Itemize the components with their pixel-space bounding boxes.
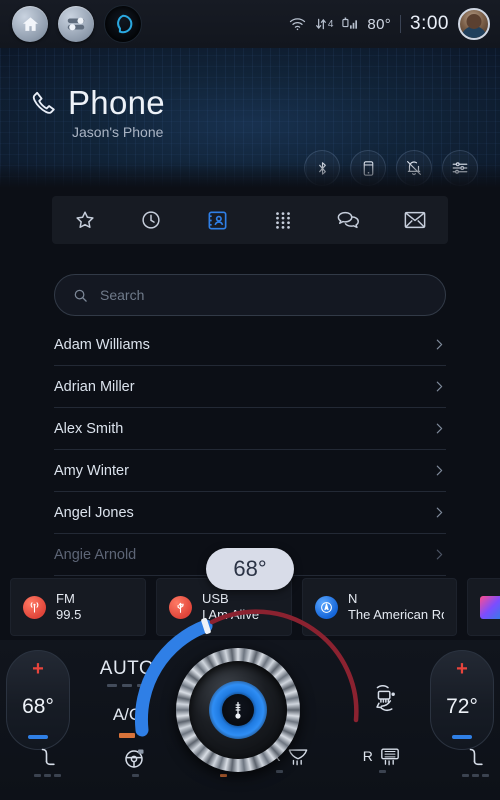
chevron-right-icon: [433, 464, 446, 477]
temperature-knob-icon: [230, 700, 246, 720]
chevron-right-icon: [433, 338, 446, 351]
temperature-pill-value: 68°: [233, 556, 267, 581]
home-icon: [21, 15, 40, 34]
status-divider: [400, 15, 402, 33]
tab-recents[interactable]: [126, 200, 176, 240]
phone-tab-bar: [52, 196, 448, 244]
settings-sliders-icon: [65, 13, 87, 35]
clock-time: 3:00: [410, 13, 449, 34]
status-bar-left: [12, 5, 142, 43]
assistant-button[interactable]: [104, 5, 142, 43]
device-button[interactable]: [350, 150, 386, 186]
contact-name: Amy Winter: [54, 462, 129, 479]
contact-name: Alex Smith: [54, 420, 124, 437]
chevron-right-icon: [433, 548, 446, 561]
status-bar: 4 80° 3:00: [0, 0, 500, 48]
contact-name: Adam Williams: [54, 336, 150, 353]
star-icon: [76, 211, 94, 228]
knob-core: [222, 694, 254, 726]
chat-bubbles-icon: [337, 211, 359, 229]
data-transfer-icon: 4: [315, 17, 334, 31]
phone-settings-button[interactable]: [442, 150, 478, 186]
tab-contacts[interactable]: [192, 200, 242, 240]
chevron-right-icon: [433, 506, 446, 519]
outside-temperature: 80°: [367, 15, 392, 33]
tab-voicemail[interactable]: [390, 200, 440, 240]
keypad-grid-icon: [276, 212, 290, 229]
cellular-signal-icon: [342, 17, 358, 32]
list-item[interactable]: Amy Winter: [54, 450, 446, 492]
tab-favorites[interactable]: [60, 200, 110, 240]
chevron-right-icon: [433, 422, 446, 435]
wifi-icon: [289, 17, 306, 31]
avatar[interactable]: [458, 8, 490, 40]
tab-messages[interactable]: [324, 200, 374, 240]
bell-muted-icon: [405, 159, 423, 177]
phone-app-header: Phone Jason's Phone: [0, 48, 500, 188]
home-button[interactable]: [12, 6, 48, 42]
list-item[interactable]: Adam Williams: [54, 324, 446, 366]
list-item[interactable]: Angel Jones: [54, 492, 446, 534]
contact-name: Angie Arnold: [54, 546, 137, 563]
list-item[interactable]: Adrian Miller: [54, 366, 446, 408]
header-actions: [304, 150, 478, 186]
settings-button[interactable]: [58, 6, 94, 42]
contacts-list: Adam Williams Adrian Miller Alex Smith A…: [0, 324, 500, 576]
list-item[interactable]: Alex Smith: [54, 408, 446, 450]
data-level-label: 4: [327, 18, 334, 30]
contact-name: Angel Jones: [54, 504, 134, 521]
temperature-pill: 68°: [206, 548, 294, 590]
search-bar[interactable]: Search: [54, 274, 446, 316]
page-title-row: Phone: [30, 84, 165, 122]
contact-name: Adrian Miller: [54, 378, 135, 395]
clock-icon: [142, 211, 160, 229]
page-subtitle: Jason's Phone: [72, 124, 164, 140]
bluetooth-button[interactable]: [304, 150, 340, 186]
settings-sliders-icon: [451, 159, 469, 177]
search-icon: [73, 288, 88, 303]
status-bar-right: 4 80° 3:00: [289, 8, 490, 40]
page-title-block: Phone Jason's Phone: [30, 84, 165, 140]
phone-handset-icon: [30, 90, 56, 116]
temperature-knob[interactable]: [176, 648, 300, 772]
alexa-assistant-icon: [112, 13, 134, 35]
device-phone-icon: [360, 160, 377, 177]
search-input[interactable]: Search: [100, 287, 144, 303]
bluetooth-icon: [314, 160, 331, 177]
contact-card-icon: [208, 211, 226, 229]
page-title: Phone: [68, 84, 165, 121]
mute-notifications-button[interactable]: [396, 150, 432, 186]
envelope-icon: [404, 211, 426, 229]
chevron-right-icon: [433, 380, 446, 393]
tab-keypad[interactable]: [258, 200, 308, 240]
